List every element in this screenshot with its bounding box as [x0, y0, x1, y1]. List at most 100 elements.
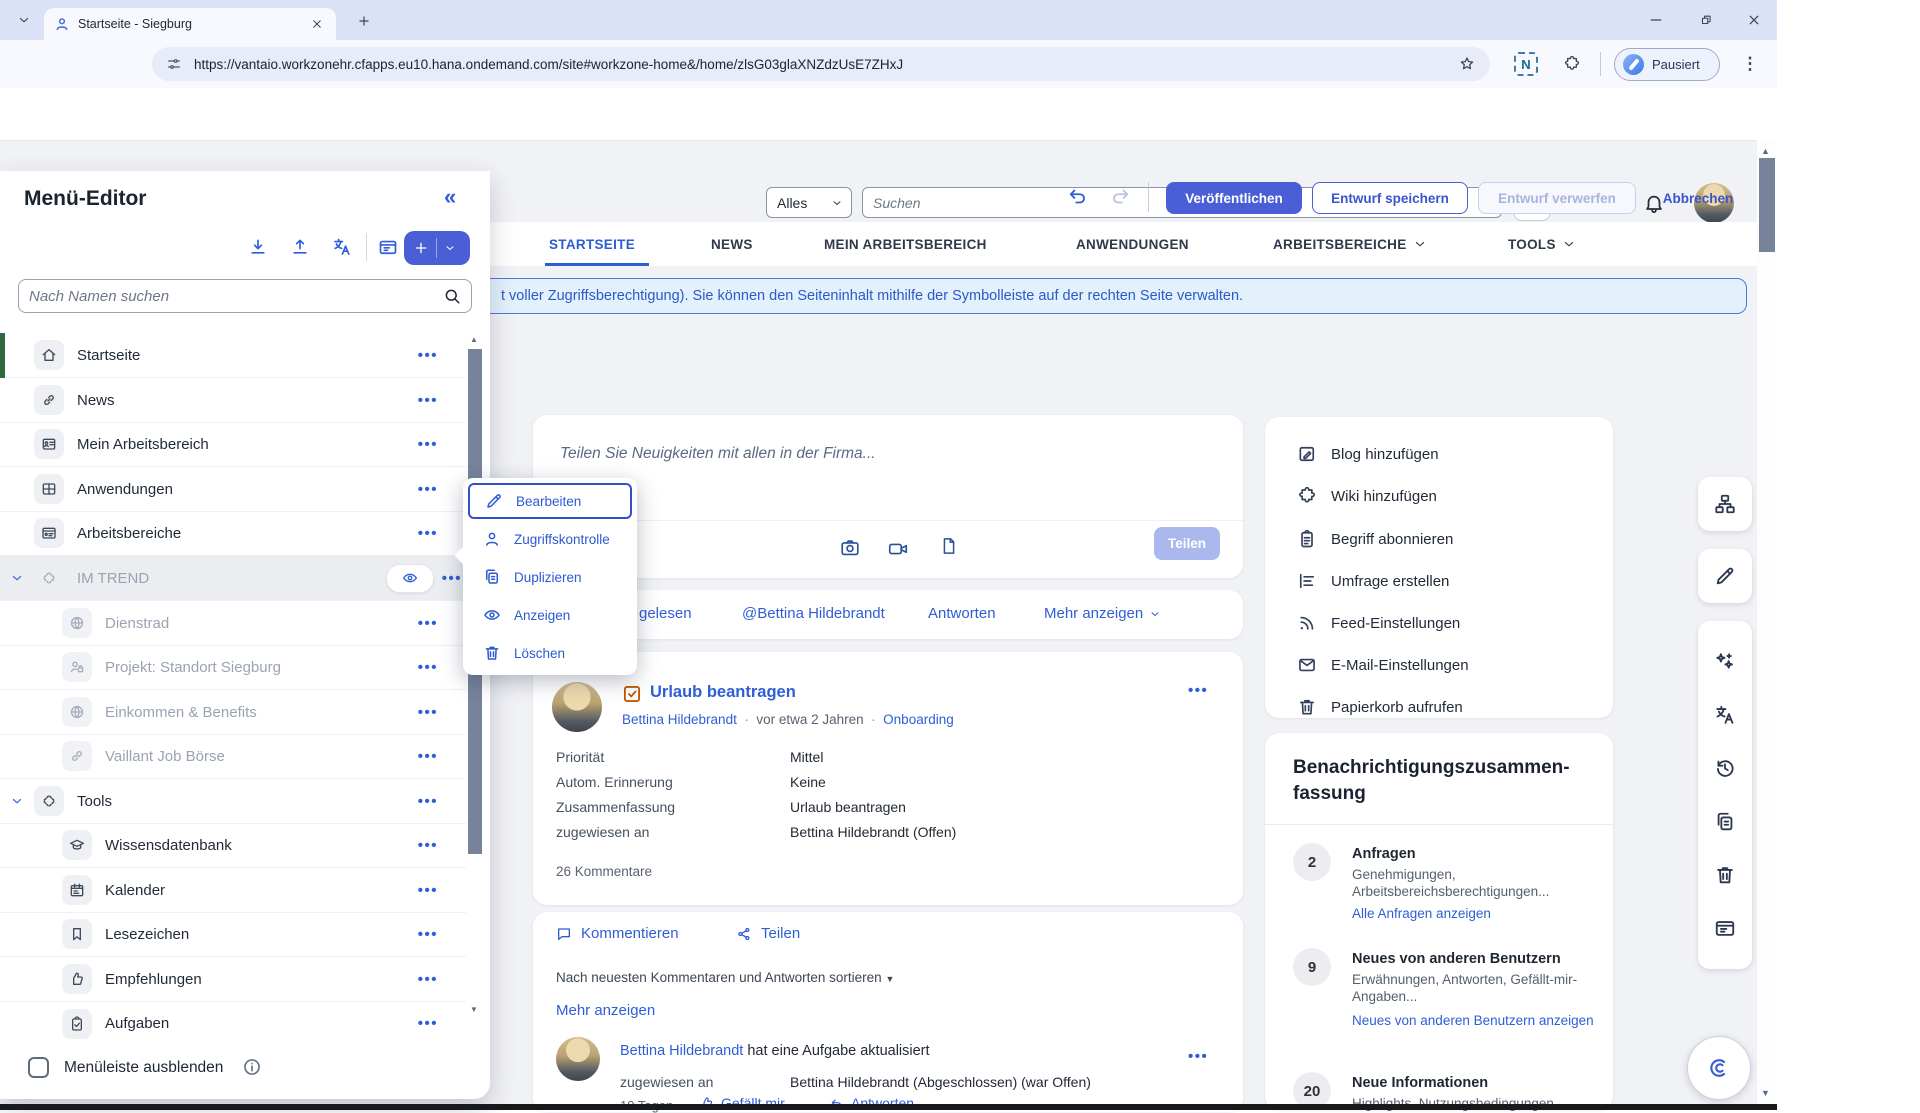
search-scope-select[interactable]: Alles	[766, 187, 852, 218]
item-overflow-button[interactable]: •••	[418, 926, 438, 943]
item-overflow-button[interactable]: •••	[418, 615, 438, 632]
item-overflow-button[interactable]: •••	[418, 837, 438, 854]
item-overflow-button[interactable]: •••	[418, 347, 438, 364]
scroll-down-arrow[interactable]: ▼	[1761, 1088, 1770, 1098]
window-close-button[interactable]	[1736, 8, 1772, 32]
post-author-link[interactable]: Bettina Hildebrandt	[622, 712, 737, 727]
subscribe-term-button[interactable]: Begriff abonnieren	[1297, 529, 1453, 549]
menu-item-mein-arbeitsbereich[interactable]: Mein Arbeitsbereich•••	[0, 422, 466, 467]
menu-upload-button[interactable]	[290, 237, 310, 257]
add-blog-button[interactable]: Blog hinzufügen	[1297, 444, 1439, 464]
scroll-up-arrow[interactable]: ▲	[1761, 146, 1770, 156]
history-icon[interactable]	[1714, 757, 1736, 779]
notification-link[interactable]: Neues von anderen Benutzern anzeigen	[1352, 1012, 1597, 1029]
cancel-button[interactable]: Abbrechen	[1650, 182, 1746, 214]
menu-item-aufgaben[interactable]: Aufgaben•••	[0, 1001, 466, 1046]
item-overflow-button[interactable]: •••	[418, 793, 438, 810]
attach-file-button[interactable]	[939, 536, 959, 556]
menu-cards-button[interactable]	[378, 237, 398, 257]
hide-menubar-checkbox[interactable]	[28, 1057, 49, 1078]
collapse-panel-button[interactable]: «	[444, 184, 456, 210]
copy-icon[interactable]	[1714, 811, 1736, 833]
menu-item-anwendungen[interactable]: Anwendungen•••	[0, 467, 466, 512]
tab-close-icon[interactable]	[308, 15, 326, 33]
tab-news[interactable]: NEWS	[711, 222, 753, 266]
menu-add-split-button[interactable]	[404, 231, 470, 265]
extensions-puzzle-icon[interactable]	[1560, 52, 1584, 76]
trash-icon[interactable]	[1714, 864, 1736, 886]
window-minimize-button[interactable]	[1638, 8, 1674, 32]
attach-video-button[interactable]	[887, 538, 909, 560]
menu-search-input[interactable]	[19, 280, 429, 312]
item-overflow-button[interactable]: •••	[418, 748, 438, 765]
context-edit[interactable]: Bearbeiten	[468, 483, 632, 519]
item-overflow-button[interactable]: •••	[418, 659, 438, 676]
reply-link[interactable]: Antworten	[928, 605, 996, 622]
edit-page-tool[interactable]	[1698, 549, 1752, 603]
panel-scroll-up[interactable]: ▲	[470, 335, 478, 344]
item-overflow-button[interactable]: •••	[418, 436, 438, 453]
menu-item-dienstrad[interactable]: Dienstrad•••	[0, 601, 466, 646]
item-overflow-button[interactable]: •••	[418, 392, 438, 409]
new-tab-button[interactable]	[352, 10, 376, 32]
magic-wand-icon[interactable]	[1714, 651, 1736, 673]
post-category-link[interactable]: Onboarding	[883, 712, 954, 727]
menu-item-empfehlungen[interactable]: Empfehlungen•••	[0, 957, 466, 1002]
post-title[interactable]: Urlaub beantragen	[650, 683, 796, 702]
more-dropdown[interactable]: Mehr anzeigen	[1044, 605, 1161, 622]
open-trash-button[interactable]: Papierkorb aufrufen	[1297, 697, 1463, 717]
menu-item-im-trend[interactable]: IM TREND •••	[0, 556, 490, 601]
expand-chevron-icon[interactable]	[10, 571, 24, 585]
mention-link[interactable]: @Bettina Hildebrandt	[742, 605, 885, 622]
cards-icon[interactable]	[1714, 917, 1736, 939]
site-info-icon[interactable]	[166, 56, 182, 72]
context-duplicate[interactable]: Duplizieren	[468, 559, 632, 595]
publish-button[interactable]: Veröffentlichen	[1166, 182, 1302, 214]
tab-tools[interactable]: TOOLS	[1508, 222, 1576, 266]
panel-scroll-down[interactable]: ▼	[470, 1005, 478, 1014]
visibility-eye-button[interactable]	[386, 564, 434, 593]
save-draft-button[interactable]: Entwurf speichern	[1312, 182, 1468, 214]
menu-translate-button[interactable]	[332, 237, 352, 257]
composer-input[interactable]: Teilen Sie Neuigkeiten mit allen in der …	[560, 445, 876, 463]
menu-item-wissensdatenbank[interactable]: Wissensdatenbank•••	[0, 823, 466, 868]
expand-chevron-icon[interactable]	[10, 794, 24, 808]
item-overflow-button[interactable]: •••	[418, 704, 438, 721]
notification-link[interactable]: Alle Anfragen anzeigen	[1352, 905, 1597, 922]
menu-item-startseite[interactable]: Startseite•••	[0, 333, 466, 378]
menu-item-arbeitsbereiche[interactable]: Arbeitsbereiche•••	[0, 511, 466, 556]
redo-button[interactable]	[1108, 186, 1130, 208]
window-restore-button[interactable]	[1688, 8, 1724, 32]
context-delete[interactable]: Löschen	[468, 635, 632, 671]
context-show[interactable]: Anzeigen	[468, 597, 632, 633]
menu-download-button[interactable]	[248, 237, 268, 257]
tab-startseite[interactable]: STARTSEITE	[549, 222, 635, 266]
tab-search-button[interactable]	[10, 9, 38, 31]
menu-search-field[interactable]	[18, 279, 472, 313]
item-overflow-button[interactable]: •••	[418, 525, 438, 542]
activity-avatar[interactable]	[556, 1037, 600, 1081]
share-button[interactable]: Teilen	[1154, 527, 1220, 560]
post-overflow-button[interactable]: •••	[1188, 682, 1208, 699]
item-overflow-button[interactable]: •••	[418, 1015, 438, 1032]
create-survey-button[interactable]: Umfrage erstellen	[1297, 571, 1449, 591]
info-icon[interactable]	[242, 1057, 262, 1077]
menu-item-projekt-standort-siegburg[interactable]: Projekt: Standort Siegburg•••	[0, 645, 466, 690]
tab-anwendungen[interactable]: ANWENDUNGEN	[1076, 222, 1189, 266]
assistant-button[interactable]	[1687, 1036, 1751, 1100]
url-bar[interactable]: https://vantaio.workzonehr.cfapps.eu10.h…	[152, 47, 1490, 81]
browser-menu-kebab[interactable]: ⋮	[1738, 52, 1762, 76]
menu-item-news[interactable]: News•••	[0, 378, 466, 423]
bookmark-star-icon[interactable]	[1458, 55, 1476, 73]
menu-item-einkommen-benefits[interactable]: Einkommen & Benefits•••	[0, 690, 466, 735]
item-overflow-button[interactable]: •••	[418, 971, 438, 988]
panel-scrollbar[interactable]: ▲ ▼	[468, 333, 482, 1021]
feed-settings-button[interactable]: Feed-Einstellungen	[1297, 613, 1460, 633]
browser-tab[interactable]: Startseite - Siegburg	[44, 8, 336, 40]
page-structure-tool[interactable]	[1698, 477, 1752, 531]
translate-icon[interactable]	[1714, 704, 1736, 726]
menu-item-kalender[interactable]: Kalender•••	[0, 868, 466, 913]
tab-arbeitsbereiche[interactable]: ARBEITSBEREICHE	[1273, 222, 1427, 266]
undo-button[interactable]	[1068, 186, 1090, 208]
scrollbar-thumb[interactable]	[1759, 158, 1775, 252]
